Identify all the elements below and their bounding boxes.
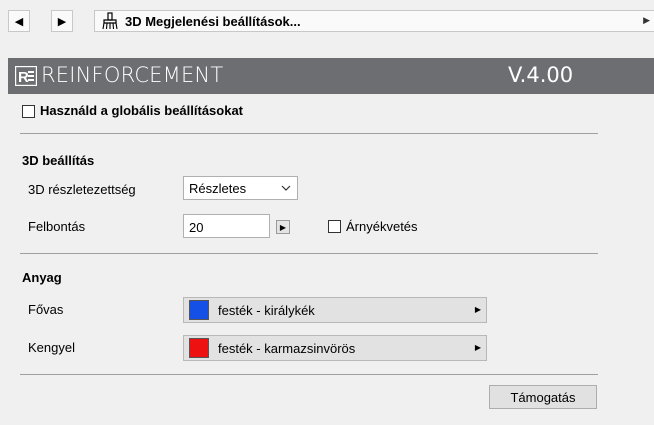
section-material-title: Anyag: [22, 270, 62, 285]
brand-name: REINFORCEMENT: [41, 63, 224, 87]
support-button-label: Támogatás: [510, 389, 576, 405]
section-3d-title: 3D beállítás: [22, 153, 95, 168]
divider: [20, 253, 598, 254]
plugin-header: R REINFORCEMENT V.4.00: [8, 58, 654, 94]
color-swatch: [189, 338, 209, 358]
color-swatch: [189, 300, 209, 320]
detail-label: 3D részletezettség: [28, 182, 136, 197]
shadow-label: Árnyékvetés: [346, 219, 418, 234]
version-label: V.4.00: [508, 63, 574, 87]
forward-button[interactable]: ▶: [51, 10, 73, 32]
material-name: festék - karmazsinvörös: [218, 341, 356, 356]
back-button[interactable]: ◀: [8, 10, 30, 32]
shadow-checkbox[interactable]: [328, 220, 341, 233]
stepper-arrow-icon: ▶: [279, 222, 287, 232]
resolution-stepper[interactable]: ▶: [276, 220, 290, 234]
detail-select[interactable]: Részletes: [183, 176, 298, 200]
toolbar: ◀ ▶ 3D Megjelenési beállítások... ▶: [0, 0, 654, 44]
expand-arrow-icon[interactable]: ▶: [643, 15, 650, 26]
resolution-input[interactable]: 20: [183, 214, 270, 238]
picker-arrow-icon: ▶: [474, 305, 481, 314]
settings-title: 3D Megjelenési beállítások...: [125, 14, 301, 29]
resolution-value: 20: [189, 220, 204, 235]
divider: [20, 374, 598, 375]
chevron-down-icon: [281, 185, 291, 191]
stirrup-material-picker[interactable]: festék - karmazsinvörös ▶: [183, 335, 487, 361]
material-name: festék - királykék: [218, 303, 315, 318]
global-settings-label: Használd a globális beállításokat: [40, 103, 244, 118]
reinforcement-logo: R: [15, 66, 37, 86]
picker-arrow-icon: ▶: [474, 343, 481, 352]
brush-icon: [102, 12, 118, 30]
support-button[interactable]: Támogatás: [489, 385, 597, 409]
resolution-label: Felbontás: [28, 219, 86, 234]
settings-title-bar[interactable]: 3D Megjelenési beállítások... ▶: [94, 10, 654, 32]
detail-select-value: Részletes: [189, 181, 247, 196]
divider: [20, 133, 598, 134]
stirrup-label: Kengyel: [28, 340, 75, 355]
svg-text:R: R: [18, 69, 29, 86]
back-arrow-icon: ◀: [14, 15, 24, 28]
global-settings-checkbox[interactable]: [22, 105, 35, 118]
forward-arrow-icon: ▶: [57, 15, 67, 28]
main-bar-label: Fővas: [28, 302, 64, 317]
main-bar-material-picker[interactable]: festék - királykék ▶: [183, 297, 487, 323]
